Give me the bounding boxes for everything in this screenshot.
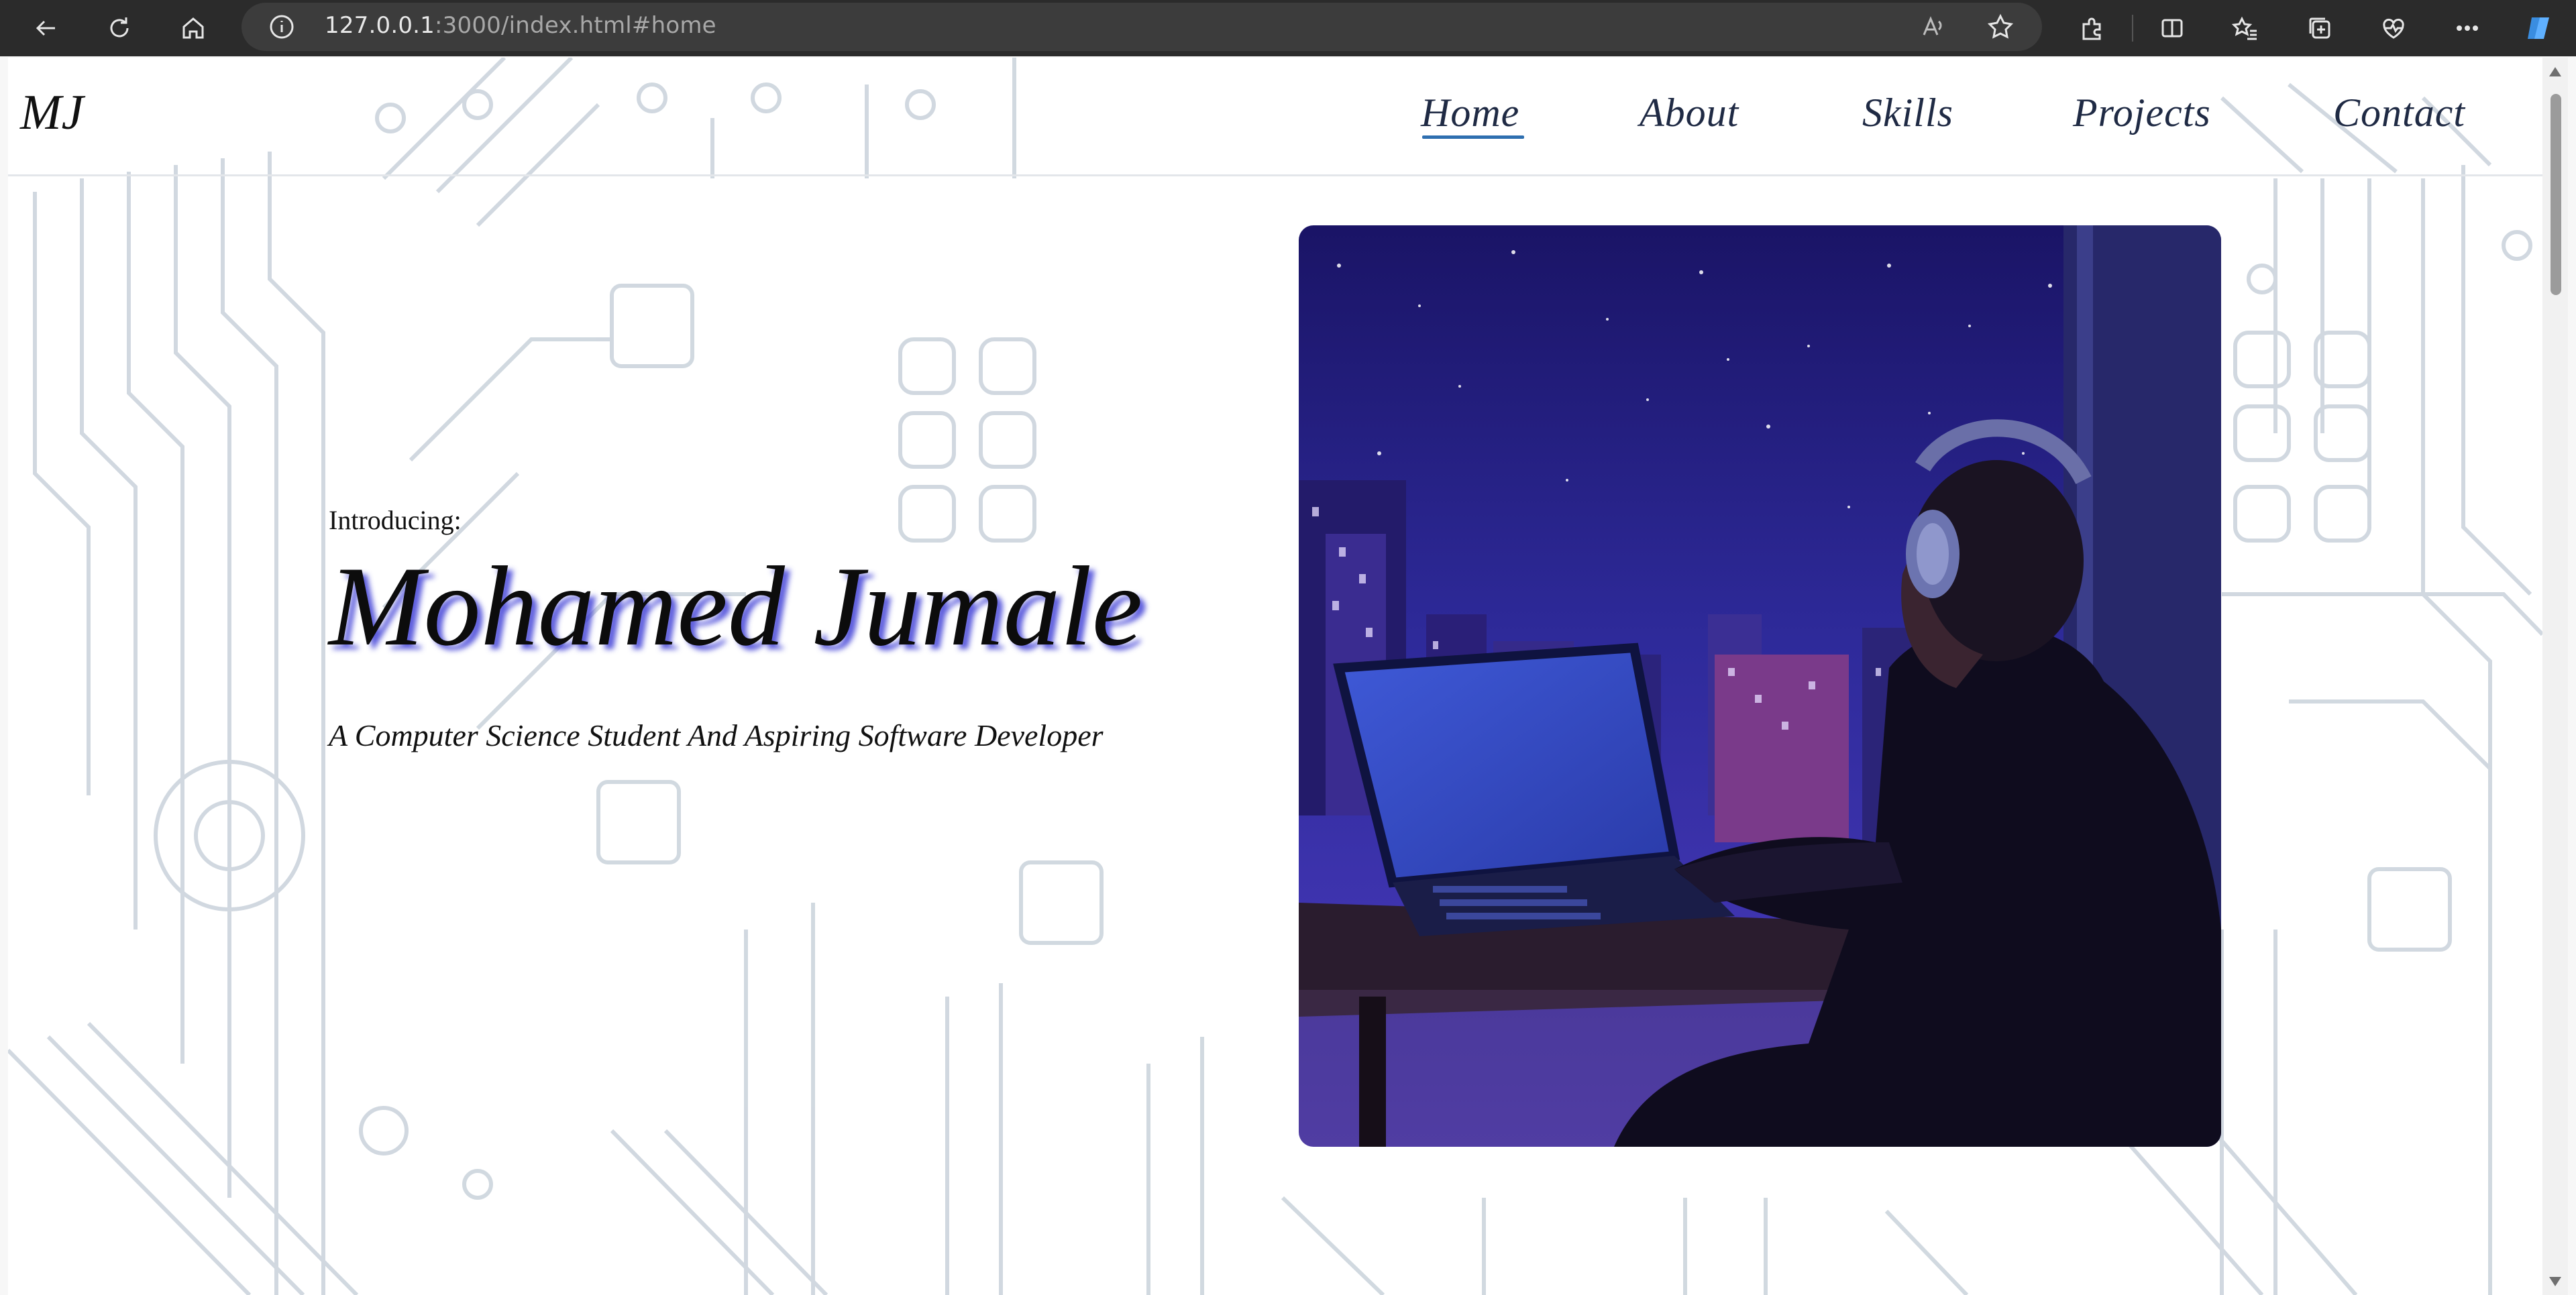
split-screen-icon[interactable] — [2151, 8, 2194, 48]
nav-home[interactable]: Home — [1421, 90, 1519, 136]
read-aloud-icon[interactable] — [1919, 12, 1948, 42]
browser-toolbar: 127.0.0.1:3000/index.html#home — [0, 0, 2576, 56]
site-logo[interactable]: MJ — [20, 85, 84, 142]
more-icon[interactable] — [2446, 8, 2489, 48]
scroll-thumb[interactable] — [2551, 94, 2561, 295]
hero-name: Mohamed Jumale — [329, 543, 1143, 669]
favorites-icon[interactable] — [2224, 8, 2267, 48]
refresh-icon[interactable] — [98, 8, 141, 48]
page-scrollbar[interactable] — [2542, 58, 2568, 1295]
scroll-up-arrow-icon[interactable] — [2549, 67, 2561, 76]
hero-subtitle: A Computer Science Student And Aspiring … — [329, 718, 1104, 752]
web-page: MJ Home About Skills Projects Contact In… — [8, 58, 2542, 1295]
scroll-down-arrow-icon[interactable] — [2549, 1277, 2561, 1286]
nav-about[interactable]: About — [1640, 90, 1739, 136]
info-icon[interactable] — [268, 13, 295, 40]
address-bar[interactable]: 127.0.0.1:3000/index.html#home — [241, 3, 2042, 51]
url-path: :3000/index.html#home — [435, 12, 716, 39]
nav-home-active-underline — [1422, 135, 1524, 139]
favorite-star-icon[interactable] — [1986, 12, 2015, 42]
hero-portrait-image — [1299, 225, 2221, 1147]
copilot-icon[interactable] — [2517, 8, 2560, 48]
nav-contact[interactable]: Contact — [2333, 90, 2465, 136]
home-icon[interactable] — [172, 8, 215, 48]
back-icon[interactable] — [24, 8, 67, 48]
url-text[interactable]: 127.0.0.1:3000/index.html#home — [325, 12, 716, 39]
nav-skills[interactable]: Skills — [1862, 90, 1953, 136]
extensions-icon[interactable] — [2070, 8, 2113, 48]
url-host: 127.0.0.1 — [325, 12, 435, 39]
collections-icon[interactable] — [2298, 8, 2341, 48]
nav-projects[interactable]: Projects — [2073, 90, 2211, 136]
intro-label: Introducing: — [329, 505, 462, 535]
nav-divider — [8, 174, 2542, 176]
browser-essentials-icon[interactable] — [2372, 8, 2415, 48]
